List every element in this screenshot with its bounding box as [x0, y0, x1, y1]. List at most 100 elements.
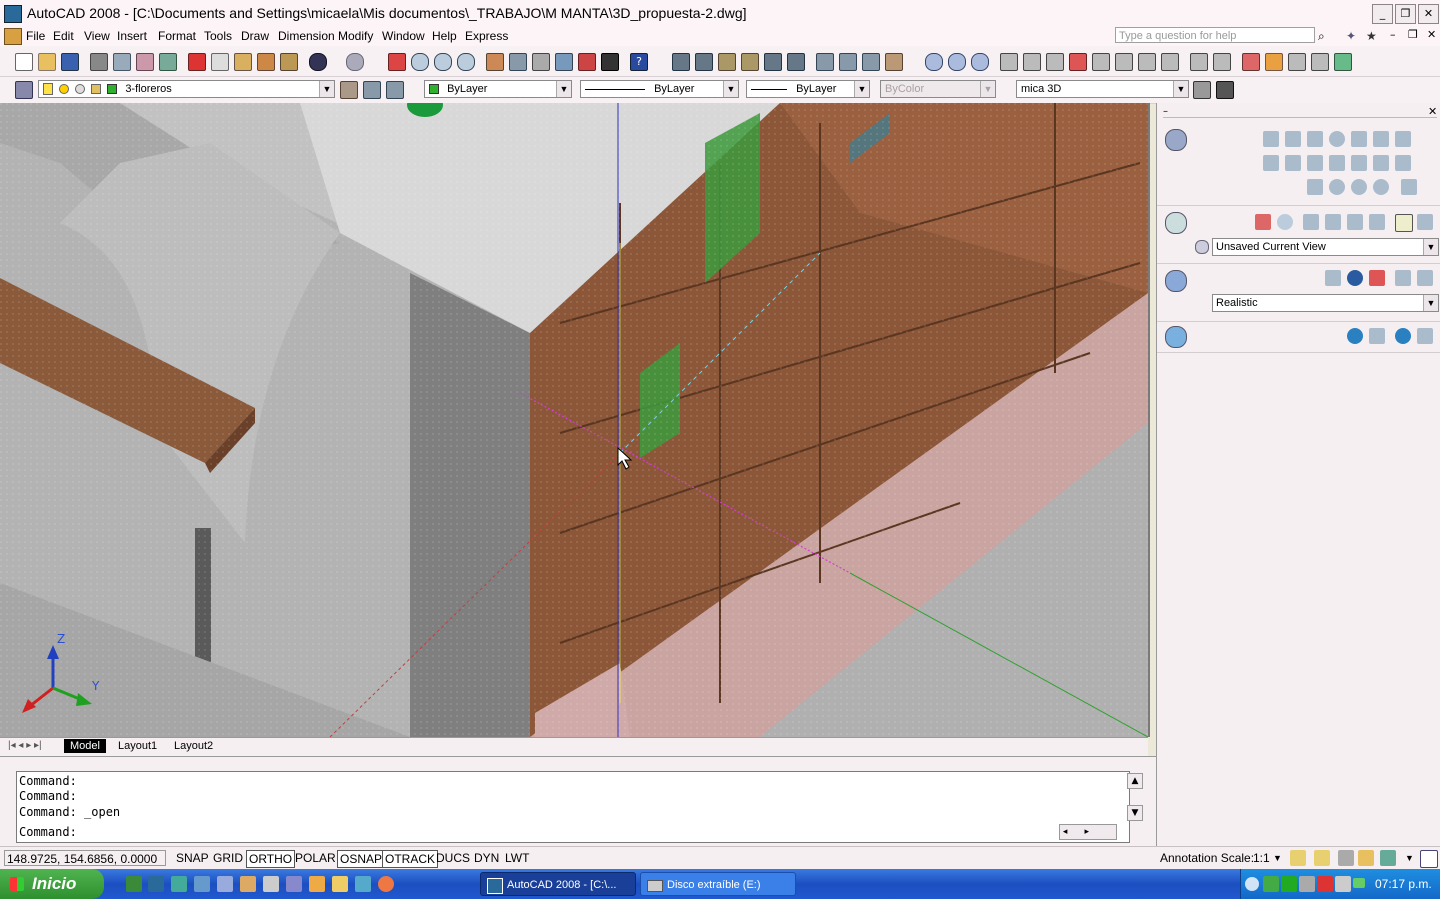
toolbar-lock-icon[interactable]	[1338, 850, 1354, 866]
union-panel-icon[interactable]	[1329, 179, 1345, 195]
tray-icon[interactable]	[1263, 876, 1279, 892]
move-faces-icon[interactable]	[1023, 53, 1041, 71]
minimize-button[interactable]: _	[1372, 4, 1393, 24]
tray-icon[interactable]	[1299, 876, 1315, 892]
paste-icon[interactable]	[234, 53, 252, 71]
imprint-icon[interactable]	[1190, 53, 1208, 71]
tool-palettes-icon[interactable]	[532, 53, 550, 71]
render-control-icon[interactable]	[1165, 326, 1187, 348]
loft-icon[interactable]	[1351, 155, 1367, 171]
orbit-icon[interactable]	[1303, 214, 1319, 230]
chevron-down-icon[interactable]: ▼	[854, 81, 869, 97]
visual-style-combo[interactable]: Realistic ▼	[1212, 294, 1439, 312]
presspull-icon[interactable]	[1373, 155, 1389, 171]
make-current-layer-icon[interactable]	[340, 81, 358, 99]
rotate-faces-icon[interactable]	[1092, 53, 1110, 71]
plot-icon[interactable]	[90, 53, 108, 71]
properties-icon[interactable]	[486, 53, 504, 71]
chevron-down-icon[interactable]: ▼	[1271, 850, 1284, 866]
parallel-icon[interactable]	[1417, 214, 1433, 230]
copy-icon[interactable]	[211, 53, 229, 71]
2d-wireframe-icon[interactable]	[1325, 270, 1341, 286]
sweep-icon[interactable]	[1329, 155, 1345, 171]
zoom-panel-icon[interactable]	[1277, 214, 1293, 230]
menu-express[interactable]: Express	[465, 29, 508, 43]
doc-close-button[interactable]: ✕	[1427, 28, 1436, 41]
search-icon[interactable]: ⌕	[1318, 29, 1325, 44]
3d-navigate-control-icon[interactable]	[1165, 212, 1187, 234]
menu-edit[interactable]: Edit	[53, 29, 74, 43]
lwt-toggle[interactable]: LWT	[503, 850, 531, 866]
separate-icon[interactable]	[1242, 53, 1260, 71]
quicklaunch-icon[interactable]	[217, 876, 233, 892]
visual-style-manager-panel-icon[interactable]	[1417, 270, 1433, 286]
ucs-view-icon[interactable]	[787, 53, 805, 71]
3d-hidden-icon[interactable]	[1347, 270, 1363, 286]
layer-manager-icon[interactable]	[15, 81, 33, 99]
visual-styles-manager-icon[interactable]	[1193, 81, 1211, 99]
render-icon[interactable]	[1216, 81, 1234, 99]
ucs-zaxis-icon[interactable]	[839, 53, 857, 71]
menu-dimension[interactable]: Dimension	[278, 29, 335, 43]
quicklaunch-autocad-icon[interactable]	[148, 876, 164, 892]
annotation-scale-value[interactable]: 1:1	[1251, 850, 1272, 866]
quicklaunch-icon[interactable]	[240, 876, 256, 892]
zoom-previous-icon[interactable]	[457, 53, 475, 71]
layer-combo[interactable]: 3-floreros ▼	[38, 80, 335, 98]
slice-panel-icon[interactable]	[1401, 179, 1417, 195]
shell-icon[interactable]	[1265, 53, 1283, 71]
dyn-toggle[interactable]: DYN	[472, 850, 501, 866]
gizmo-icon[interactable]	[1307, 179, 1323, 195]
intersect-panel-icon[interactable]	[1373, 179, 1389, 195]
camera-icon[interactable]	[1325, 214, 1341, 230]
pan-panel-icon[interactable]	[1255, 214, 1271, 230]
close-button[interactable]: ✕	[1418, 4, 1439, 24]
tray-expand-icon[interactable]	[1245, 877, 1259, 891]
ortho-toggle[interactable]: ORTHO	[246, 850, 296, 868]
menu-window[interactable]: Window	[382, 29, 425, 43]
menu-view[interactable]: View	[84, 29, 110, 43]
ucs-apply-icon[interactable]	[885, 53, 903, 71]
lock-icon[interactable]	[1358, 850, 1374, 866]
ucs-face-icon[interactable]	[741, 53, 759, 71]
scroll-up-button[interactable]: ▲	[1127, 773, 1143, 789]
sheet-set-icon[interactable]	[555, 53, 573, 71]
materials-icon[interactable]	[1369, 328, 1385, 344]
tray-icon[interactable]	[1335, 876, 1351, 892]
chevron-down-icon[interactable]: ▼	[1423, 239, 1438, 255]
save-icon[interactable]	[61, 53, 79, 71]
chevron-down-icon[interactable]: ▼	[1173, 81, 1188, 97]
new-icon[interactable]	[15, 53, 33, 71]
annotation-visibility-icon[interactable]	[1290, 850, 1306, 866]
view-combo[interactable]: Unsaved Current View ▼	[1212, 238, 1439, 256]
perspective-icon[interactable]	[1395, 214, 1413, 232]
3d-dwf-icon[interactable]	[159, 53, 177, 71]
snap-toggle[interactable]: SNAP	[174, 850, 211, 866]
clean-icon[interactable]	[1213, 53, 1231, 71]
pyramid-icon[interactable]	[1395, 131, 1411, 147]
panel-collapse-icon[interactable]: –	[1163, 106, 1168, 117]
menu-tools[interactable]: Tools	[204, 29, 232, 43]
redo-icon[interactable]	[346, 53, 364, 71]
quicklaunch-icon[interactable]	[126, 876, 142, 892]
chevron-down-icon[interactable]: ▼	[1423, 295, 1438, 311]
pan-icon[interactable]	[388, 53, 406, 71]
tray-icon[interactable]	[1317, 876, 1333, 892]
offset-faces-icon[interactable]	[1046, 53, 1064, 71]
tray-settings-icon[interactable]	[1380, 850, 1396, 866]
quicklaunch-icon[interactable]	[286, 876, 302, 892]
favorites-star-icon[interactable]: ★	[1366, 29, 1377, 43]
taper-faces-icon[interactable]	[1115, 53, 1133, 71]
color-combo[interactable]: ByLayer ▼	[424, 80, 572, 98]
status-menu-arrow-icon[interactable]: ▼	[1403, 850, 1416, 866]
autocad-app-icon[interactable]	[4, 5, 22, 23]
communication-center-icon[interactable]: ✦	[1346, 29, 1356, 43]
doc-minimize-button[interactable]: –	[1390, 28, 1396, 41]
design-center-icon[interactable]	[509, 53, 527, 71]
menu-insert[interactable]: Insert	[117, 29, 147, 43]
help-icon[interactable]: ?	[630, 53, 648, 71]
layer-previous-icon[interactable]	[363, 81, 381, 99]
taskbar-item-drive[interactable]: Disco extraíble (E:)	[640, 872, 796, 896]
chevron-down-icon[interactable]: ▼	[556, 81, 571, 97]
polysolid-icon[interactable]	[1395, 155, 1411, 171]
